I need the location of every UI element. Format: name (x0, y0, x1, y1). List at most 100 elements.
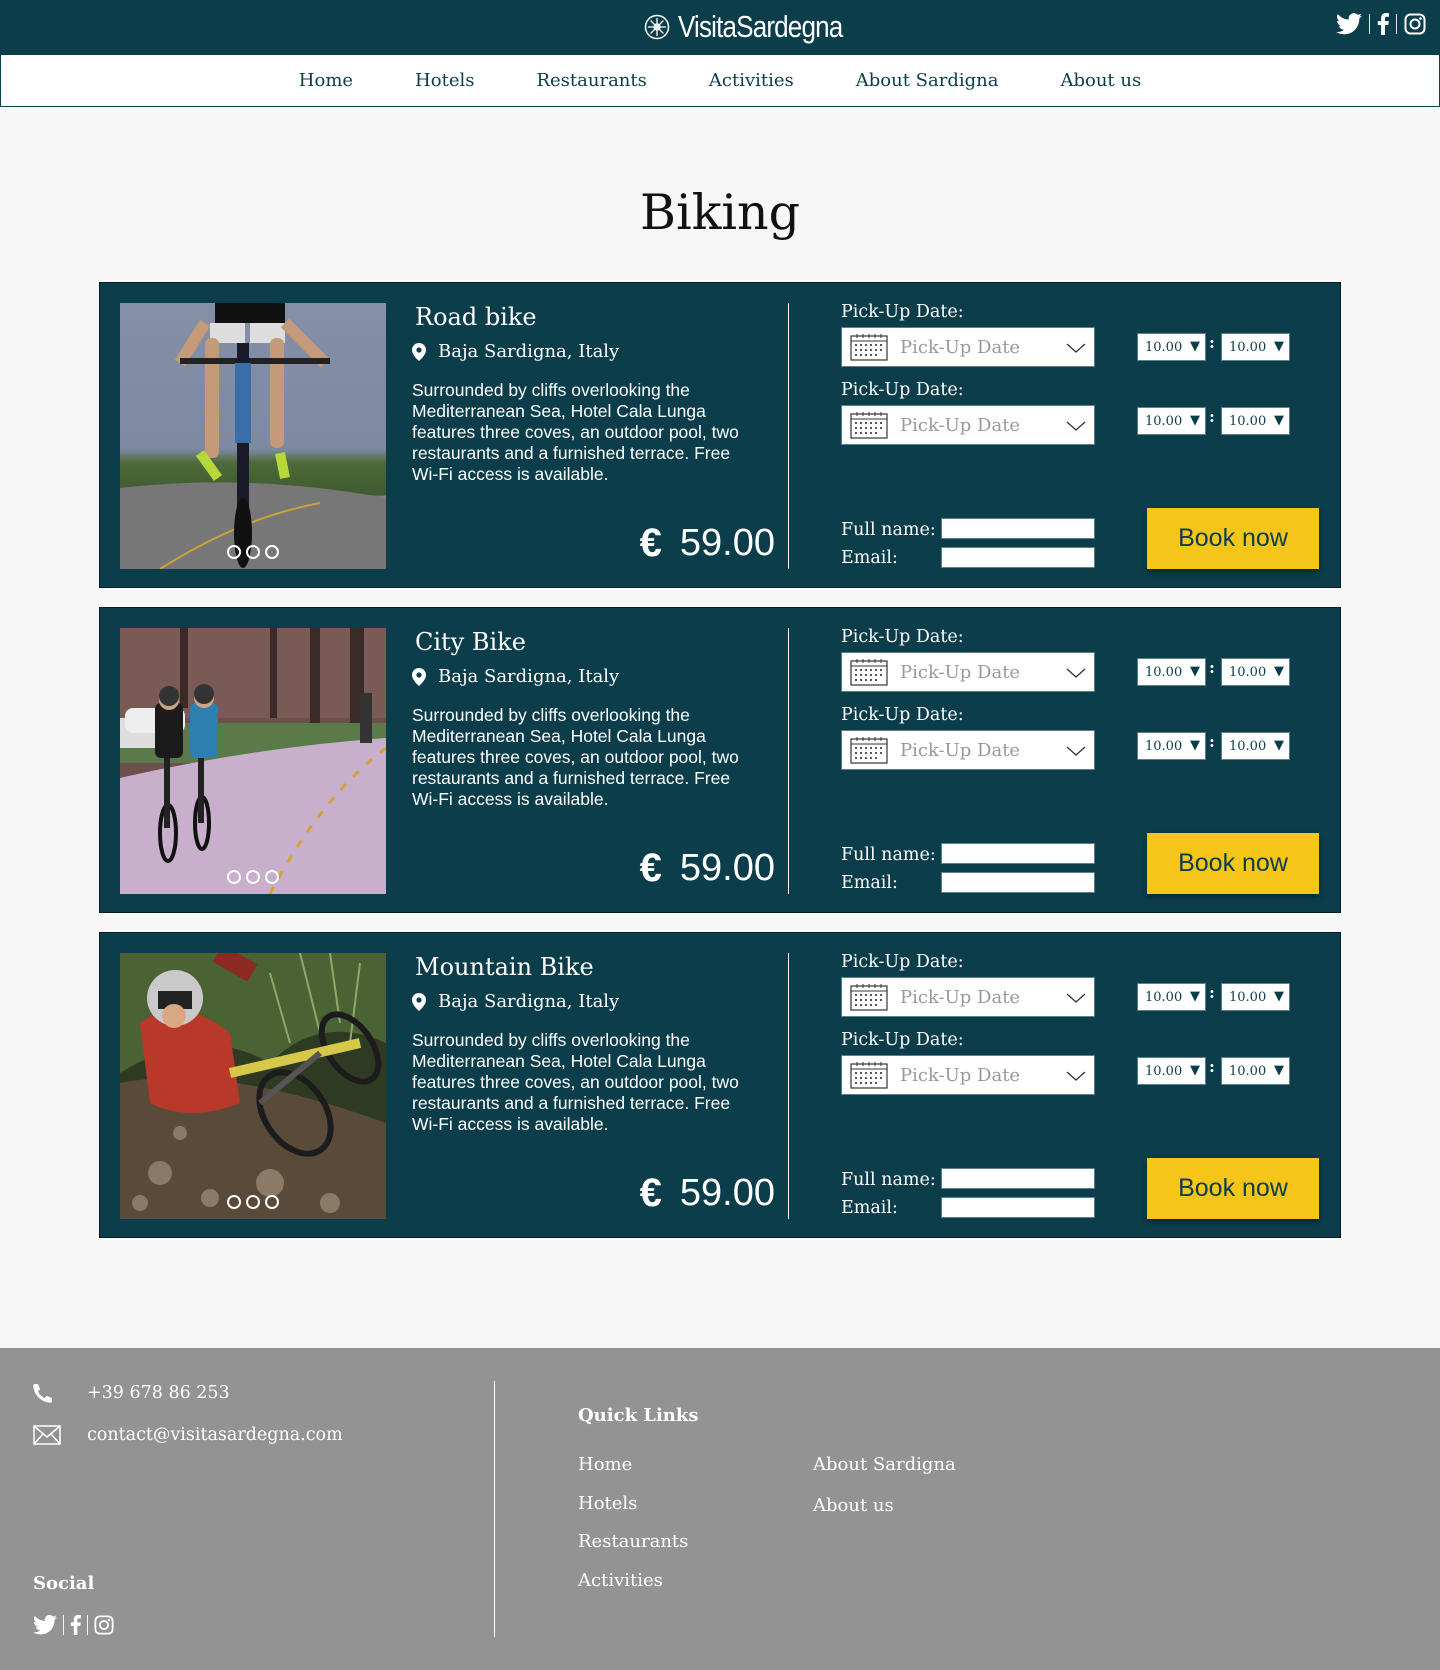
carousel-dot[interactable] (265, 1195, 279, 1209)
carousel-dot[interactable] (227, 870, 241, 884)
dropdown-arrow-icon: ▼ (1190, 664, 1200, 679)
facebook-icon[interactable] (1377, 13, 1389, 35)
instagram-icon[interactable] (1404, 13, 1426, 35)
pickup-hour-select-1[interactable]: 10.00 ▼ (1137, 333, 1206, 361)
carousel-dots (120, 870, 386, 884)
bike-photo[interactable] (120, 628, 386, 894)
currency-symbol: € (639, 521, 662, 565)
bike-description: Surrounded by cliffs overlooking the Med… (412, 1030, 739, 1134)
calendar-icon (850, 412, 888, 439)
dropdown-arrow-icon: ▼ (1274, 738, 1284, 753)
time-value: 10.00 (1145, 1063, 1183, 1079)
fullname-input[interactable] (941, 1168, 1095, 1189)
divider (87, 1615, 88, 1635)
quick-link-hotels[interactable]: Hotels (578, 1493, 637, 1514)
header-social-links (1336, 13, 1426, 35)
pickup-hour-select-1[interactable]: 10.00 ▼ (1137, 658, 1206, 686)
price-value: 59.00 (679, 522, 775, 564)
footer-phone[interactable]: +39 678 86 253 (33, 1383, 230, 1403)
pickup-hour-select-2[interactable]: 10.00 ▼ (1137, 732, 1206, 760)
calendar-icon (850, 334, 888, 361)
instagram-icon[interactable] (94, 1615, 114, 1635)
date-placeholder: Pick-Up Date (900, 414, 1021, 436)
divider (788, 953, 789, 1219)
carousel-dot[interactable] (246, 1195, 260, 1209)
phone-icon (33, 1384, 52, 1403)
time-value: 10.00 (1229, 413, 1267, 429)
book-now-button[interactable]: Book now (1147, 508, 1319, 569)
location-pin-icon (412, 992, 426, 1011)
chevron-down-icon (1066, 343, 1086, 353)
pickup-date-picker[interactable]: Pick-Up Date (841, 730, 1095, 770)
fullname-label: Full name: (841, 845, 936, 865)
time-value: 10.00 (1229, 664, 1267, 680)
brand-name: VisitaSardegna (678, 9, 843, 44)
bike-photo[interactable] (120, 303, 386, 569)
fullname-label: Full name: (841, 520, 936, 540)
divider (63, 1615, 64, 1635)
quick-link-home[interactable]: Home (578, 1454, 632, 1475)
pickup-date-label: Pick-Up Date: (841, 380, 964, 400)
twitter-icon[interactable] (33, 1615, 57, 1635)
pickup-date-picker[interactable]: Pick-Up Date (841, 1055, 1095, 1095)
pickup-minute-select-2[interactable]: 10.00 ▼ (1221, 732, 1290, 760)
pickup-date-picker[interactable]: Pick-Up Date (841, 405, 1095, 445)
time-value: 10.00 (1229, 738, 1267, 754)
nav-item-about-sardigna[interactable]: About Sardigna (856, 70, 999, 91)
pickup-hour-select-1[interactable]: 10.00 ▼ (1137, 983, 1206, 1011)
time-value: 10.00 (1145, 989, 1183, 1005)
chevron-down-icon (1066, 993, 1086, 1003)
email-input[interactable] (941, 547, 1095, 568)
pickup-date-picker[interactable]: Pick-Up Date (841, 977, 1095, 1017)
pickup-hour-select-2[interactable]: 10.00 ▼ (1137, 1057, 1206, 1085)
pickup-date-picker[interactable]: Pick-Up Date (841, 327, 1095, 367)
quick-link-about-sardigna[interactable]: About Sardigna (813, 1454, 956, 1475)
footer: +39 678 86 253 contact@visitasardegna.co… (0, 1348, 1440, 1670)
time-value: 10.00 (1145, 339, 1183, 355)
pickup-minute-select-1[interactable]: 10.00 ▼ (1221, 983, 1290, 1011)
fullname-input[interactable] (941, 518, 1095, 539)
email-label: Email: (841, 548, 898, 568)
nav-item-activities[interactable]: Activities (709, 70, 794, 91)
carousel-dot[interactable] (246, 545, 260, 559)
carousel-dot[interactable] (246, 870, 260, 884)
pickup-minute-select-1[interactable]: 10.00 ▼ (1221, 658, 1290, 686)
chevron-down-icon (1066, 1071, 1086, 1081)
nav-item-hotels[interactable]: Hotels (415, 70, 474, 91)
facebook-icon[interactable] (70, 1615, 81, 1635)
nav-item-about-us[interactable]: About us (1060, 70, 1141, 91)
pickup-date-picker[interactable]: Pick-Up Date (841, 652, 1095, 692)
carousel-dot[interactable] (227, 545, 241, 559)
time-value: 10.00 (1145, 413, 1183, 429)
fullname-input[interactable] (941, 843, 1095, 864)
pickup-hour-select-2[interactable]: 10.00 ▼ (1137, 407, 1206, 435)
email-input[interactable] (941, 1197, 1095, 1218)
email-input[interactable] (941, 872, 1095, 893)
chevron-down-icon (1066, 421, 1086, 431)
nav-item-home[interactable]: Home (299, 70, 353, 91)
pickup-minute-select-2[interactable]: 10.00 ▼ (1221, 407, 1290, 435)
book-now-button[interactable]: Book now (1147, 833, 1319, 894)
divider (788, 628, 789, 894)
time-separator: : (1209, 983, 1215, 1002)
footer-email[interactable]: contact@visitasardegna.com (33, 1425, 343, 1445)
chevron-down-icon (1066, 746, 1086, 756)
time-separator: : (1209, 333, 1215, 352)
brand-logo[interactable]: VisitaSardegna (644, 8, 874, 46)
location-text: Baja Sardigna, Italy (438, 341, 620, 362)
pickup-minute-select-2[interactable]: 10.00 ▼ (1221, 1057, 1290, 1085)
carousel-dot[interactable] (265, 545, 279, 559)
carousel-dot[interactable] (227, 1195, 241, 1209)
carousel-dots (120, 1195, 386, 1209)
pickup-minute-select-1[interactable]: 10.00 ▼ (1221, 333, 1290, 361)
bike-title: City Bike (415, 628, 526, 656)
quick-link-activities[interactable]: Activities (578, 1570, 663, 1591)
book-now-button[interactable]: Book now (1147, 1158, 1319, 1219)
carousel-dot[interactable] (265, 870, 279, 884)
quick-link-restaurants[interactable]: Restaurants (578, 1531, 688, 1552)
quick-link-about-us[interactable]: About us (813, 1495, 894, 1516)
date-placeholder: Pick-Up Date (900, 661, 1021, 683)
twitter-icon[interactable] (1336, 13, 1362, 35)
bike-photo[interactable] (120, 953, 386, 1219)
nav-item-restaurants[interactable]: Restaurants (536, 70, 646, 91)
